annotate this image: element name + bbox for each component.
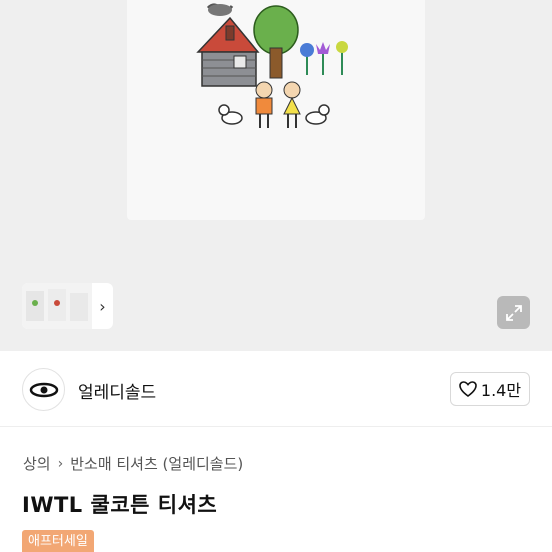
shop-name[interactable]: 얼레디솔드: [78, 378, 156, 403]
like-count: 1.4만: [480, 381, 522, 400]
breadcrumb-item-subcategory[interactable]: 반소매 티셔츠 (얼레디솔드): [70, 453, 243, 474]
breadcrumb: 상의 › 반소매 티셔츠 (얼레디솔드): [23, 453, 243, 474]
like-button[interactable]: 1.4만: [450, 372, 530, 406]
thumbnail-image[interactable]: [22, 283, 92, 329]
shirt-print-drawing: [196, 3, 348, 128]
product-image-gallery[interactable]: ›: [0, 0, 552, 351]
sale-badge: 애프터세일: [22, 530, 94, 552]
thumbnail-preview-icon: [26, 289, 88, 321]
thumbnail-strip[interactable]: ›: [22, 283, 113, 329]
shop-info-row: 얼레디솔드 1.4만: [0, 351, 552, 427]
chevron-right-icon: ›: [57, 455, 64, 472]
product-title: IWTL 쿨코튼 티셔츠: [22, 493, 218, 517]
breadcrumb-item-category[interactable]: 상의: [23, 453, 51, 474]
shop-logo-icon: [29, 382, 58, 397]
shop-logo[interactable]: [22, 368, 65, 411]
expand-image-button[interactable]: [497, 296, 530, 329]
expand-icon: [505, 304, 522, 321]
heart-icon: [459, 381, 477, 397]
chevron-right-icon[interactable]: ›: [92, 297, 113, 316]
